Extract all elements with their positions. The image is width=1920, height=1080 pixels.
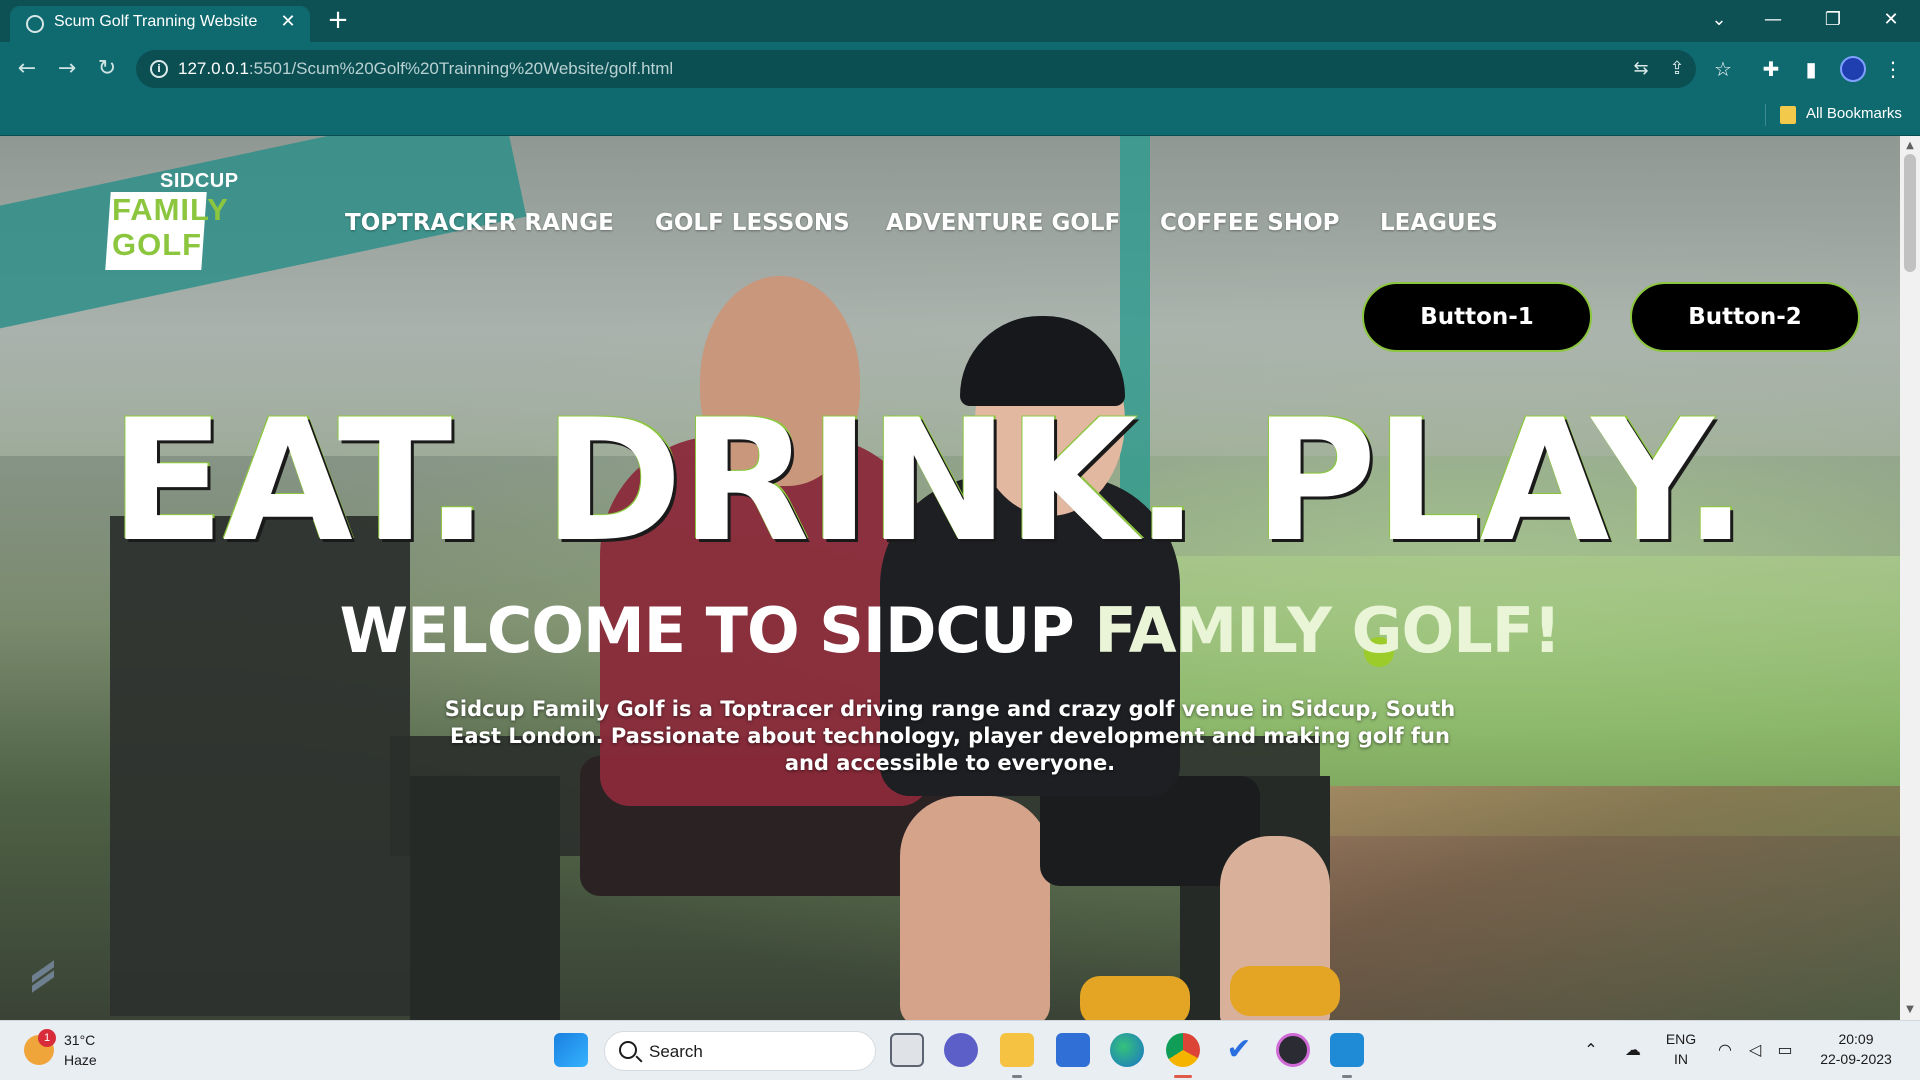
profile-avatar[interactable] <box>1840 56 1866 82</box>
windows-taskbar: 1 31°C Haze Search ✔ ⌃ ☁ ENG IN ◠ ◁ ▭ 20… <box>0 1020 1920 1080</box>
media-player-icon[interactable] <box>1276 1033 1310 1067</box>
button-1[interactable]: Button-1 <box>1362 282 1592 352</box>
bookmark-folder-icon[interactable] <box>1780 106 1796 124</box>
back-arrow-icon[interactable]: ← <box>10 52 44 86</box>
active-tab[interactable]: Scum Golf Tranning Website ✕ <box>10 6 310 42</box>
close-window-button[interactable]: ✕ <box>1868 0 1914 40</box>
chevron-up-icon[interactable]: ⌃ <box>1580 1039 1602 1061</box>
teams-chat-icon[interactable] <box>944 1033 978 1067</box>
search-label: Search <box>649 1042 703 1061</box>
share-icon[interactable]: ⇪ <box>1666 58 1688 80</box>
nav-toptracker-range[interactable]: TOPTRACKER RANGE <box>345 210 614 236</box>
file-explorer-icon[interactable] <box>1000 1033 1034 1067</box>
url-path: :5501/Scum%20Golf%20Trainning%20Website/… <box>248 59 674 78</box>
bookmark-star-icon[interactable]: ☆ <box>1708 52 1738 86</box>
minimize-button[interactable]: — <box>1750 0 1796 40</box>
logo-golf-text: GOLF <box>112 227 203 262</box>
language-line2[interactable]: IN <box>1664 1051 1698 1067</box>
task-view-icon[interactable] <box>890 1033 924 1067</box>
active-app-indicator <box>1174 1075 1192 1078</box>
battery-icon[interactable]: ▭ <box>1774 1039 1796 1061</box>
forward-arrow-icon[interactable]: → <box>50 52 84 86</box>
edge-browser-icon[interactable] <box>1110 1033 1144 1067</box>
language-line1[interactable]: ENG <box>1664 1031 1698 1047</box>
nav-adventure-golf[interactable]: ADVENTURE GOLF <box>886 210 1120 236</box>
nav-coffee-shop[interactable]: COFFEE SHOP <box>1160 210 1340 236</box>
running-indicator <box>1342 1075 1352 1078</box>
todo-check-icon[interactable]: ✔ <box>1222 1033 1256 1067</box>
page-scrollbar[interactable]: ▲ ▼ <box>1900 136 1920 1020</box>
windows-start-icon[interactable] <box>554 1033 588 1067</box>
onedrive-cloud-icon[interactable]: ☁ <box>1622 1039 1644 1061</box>
side-panel-icon[interactable]: ▮ <box>1796 52 1826 86</box>
microsoft-store-icon[interactable] <box>1056 1033 1090 1067</box>
site-info-icon[interactable]: i <box>150 60 168 78</box>
intro-paragraph: Sidcup Family Golf is a Toptracer drivin… <box>444 697 1456 775</box>
tab-search-chevron-icon[interactable]: ⌄ <box>1696 0 1742 40</box>
volume-icon[interactable]: ◁ <box>1744 1039 1766 1061</box>
globe-icon <box>26 15 44 33</box>
search-icon <box>619 1041 637 1059</box>
hero-person-left-knee <box>900 796 1050 1020</box>
scroll-up-icon[interactable]: ▲ <box>1904 140 1916 152</box>
chrome-browser-icon[interactable] <box>1166 1033 1200 1067</box>
running-indicator <box>1012 1075 1022 1078</box>
translate-icon[interactable]: ⇆ <box>1630 58 1652 80</box>
scrollbar-thumb[interactable] <box>1904 154 1916 272</box>
weather-badge: 1 <box>38 1029 56 1047</box>
restore-button[interactable]: ❐ <box>1810 0 1856 40</box>
logo-sidcup-text: SIDCUP <box>160 170 239 192</box>
hero-shoe <box>1230 966 1340 1016</box>
hero-background-table <box>110 516 410 1016</box>
hero-shoe <box>1080 976 1190 1020</box>
all-bookmarks-link[interactable]: All Bookmarks <box>1806 105 1902 122</box>
welcome-text-white: WELCOME TO SIDCUP <box>339 594 1095 667</box>
hero-background-bench-leg <box>410 776 560 1020</box>
welcome-heading: WELCOME TO SIDCUP FAMILY GOLF! <box>0 596 1900 666</box>
nav-leagues[interactable]: LEAGUES <box>1380 210 1498 236</box>
url-text: 127.0.0.1:5501/Scum%20Golf%20Trainning%2… <box>178 59 673 79</box>
new-tab-button[interactable]: + <box>324 6 352 34</box>
extensions-puzzle-icon[interactable]: ✚ <box>1756 52 1786 86</box>
weather-condition[interactable]: Haze <box>64 1052 97 1068</box>
address-toolbar: ← → ↻ i 127.0.0.1:5501/Scum%20Golf%20Tra… <box>0 42 1920 96</box>
scroll-down-icon[interactable]: ▼ <box>1904 1004 1916 1016</box>
corner-widget-icon[interactable] <box>30 960 56 996</box>
nav-golf-lessons[interactable]: GOLF LESSONS <box>655 210 850 236</box>
hero-headline: EAT. DRINK. PLAY. <box>110 383 1747 579</box>
clock-date[interactable]: 22-09-2023 <box>1810 1051 1902 1067</box>
tab-close-icon[interactable]: ✕ <box>276 10 300 34</box>
tab-title: Scum Golf Tranning Website <box>54 13 258 30</box>
address-bar[interactable]: i 127.0.0.1:5501/Scum%20Golf%20Trainning… <box>136 50 1696 88</box>
logo-family-text: FAMILY <box>112 192 229 227</box>
bookmarks-separator <box>1765 104 1766 126</box>
taskbar-search[interactable]: Search <box>604 1031 876 1071</box>
browser-tab-strip: Scum Golf Tranning Website ✕ + ⌄ — ❐ ✕ <box>0 0 1920 42</box>
wifi-icon[interactable]: ◠ <box>1714 1039 1736 1061</box>
button-2[interactable]: Button-2 <box>1630 282 1860 352</box>
url-host: 127.0.0.1 <box>178 59 249 78</box>
reload-icon[interactable]: ↻ <box>90 52 124 86</box>
clock-time[interactable]: 20:09 <box>1810 1031 1902 1047</box>
vscode-icon[interactable] <box>1330 1033 1364 1067</box>
site-logo[interactable]: SIDCUP FAMILY GOLF <box>105 170 239 270</box>
more-menu-icon[interactable]: ⋮ <box>1878 52 1908 86</box>
welcome-text-highlight: FAMILY GOLF! <box>1094 594 1561 667</box>
weather-temperature[interactable]: 31°C <box>64 1032 95 1048</box>
bookmarks-bar: All Bookmarks <box>0 96 1920 136</box>
